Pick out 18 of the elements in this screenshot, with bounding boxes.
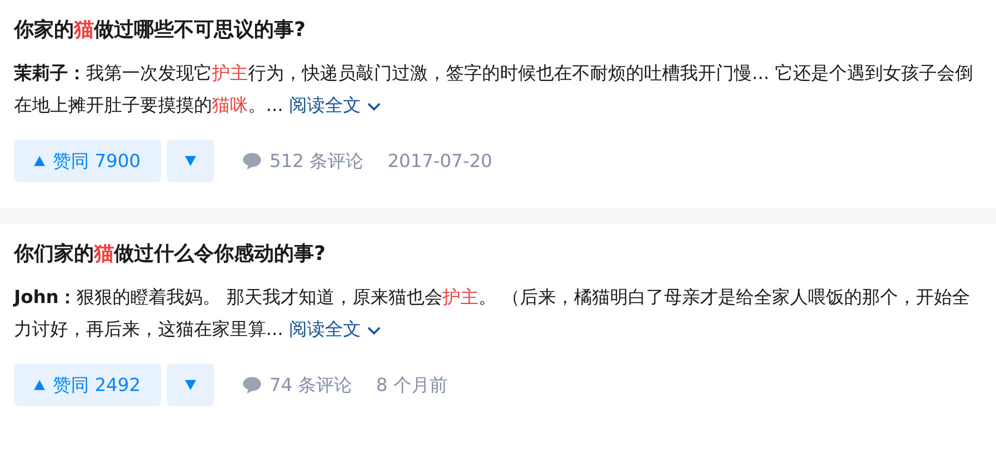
result-title[interactable]: 你家的猫做过哪些不可思议的事? — [14, 14, 982, 44]
post-date: 8 个月前 — [376, 374, 448, 397]
down-triangle-icon — [184, 380, 196, 390]
result-title[interactable]: 你们家的猫做过什么令你感动的事? — [14, 238, 982, 268]
read-more-link[interactable]: 阅读全文 — [288, 95, 381, 116]
chevron-down-icon — [366, 326, 381, 335]
answer-excerpt: 茉莉子：我第一次发现它护主行为，快递员敲门过激，签字的时候也在不耐烦的吐槽我开门慢... 它还是个遇到女孩子会倒在地上摊开肚子要摸摸的猫咪。... 阅读全文 — [14, 62, 974, 118]
up-triangle-icon — [34, 156, 45, 166]
comment-icon[interactable] — [242, 152, 262, 170]
post-date: 2017-07-20 — [388, 150, 492, 172]
downvote-button[interactable] — [166, 364, 214, 406]
read-more-link[interactable]: 阅读全文 — [288, 319, 381, 340]
down-triangle-icon — [184, 156, 196, 166]
up-triangle-icon — [34, 380, 45, 390]
answer-excerpt: John：狠狠的瞪着我妈。 那天我才知道，原来猫也会护主。 （后来，橘猫明白了母亲才是给全家人喂饭的那个，开始全力讨好，再后来，这猫在家里算... 阅读全文 — [14, 286, 972, 342]
chevron-down-icon — [366, 102, 381, 111]
downvote-button[interactable] — [166, 140, 214, 182]
comment-icon[interactable] — [242, 376, 262, 394]
